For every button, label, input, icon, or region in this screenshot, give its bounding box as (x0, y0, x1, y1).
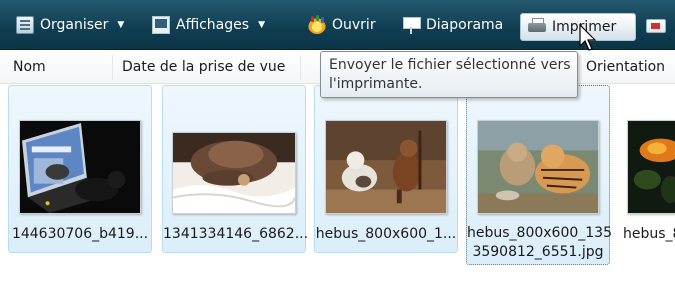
views-label: Affichages (176, 17, 250, 33)
file-name: 1341334146_6862... (163, 226, 309, 242)
column-name[interactable]: Nom (13, 59, 46, 75)
file-name: hebus_8 (623, 226, 675, 242)
organise-icon (16, 16, 34, 34)
file-item[interactable]: hebus_8 (620, 85, 675, 253)
printer-icon (528, 18, 546, 36)
column-date-taken[interactable]: Date de la prise de vue (122, 59, 285, 75)
file-item-selected[interactable]: hebus_800x600_135 3590812_6551.jpg (466, 85, 612, 265)
column-divider[interactable] (112, 55, 113, 80)
cat-and-tiger-cub-photo (477, 120, 599, 214)
column-divider[interactable] (300, 55, 301, 80)
print-tooltip: Envoyer le fichier sélectionné vers l'im… (320, 51, 578, 98)
file-name: 144630706_b419... (11, 226, 149, 242)
file-name: hebus_800x600_1... (315, 226, 457, 242)
slideshow-button[interactable]: Diaporama (402, 12, 503, 38)
file-item[interactable]: hebus_800x600_1... (314, 85, 458, 253)
organise-button[interactable]: Organiser ▼ (16, 12, 124, 38)
cat-under-hat-photo (172, 132, 296, 214)
cat-and-fox-photo (325, 120, 447, 214)
chevron-down-icon: ▼ (258, 20, 265, 30)
column-orientation[interactable]: Orientation (586, 59, 665, 75)
command-bar: Organiser ▼ Affichages ▼ Ouvrir Diaporam… (0, 0, 675, 50)
file-name-line: hebus_800x600_135 (467, 225, 612, 241)
print-button[interactable]: Imprimer (520, 13, 636, 41)
organise-label: Organiser (40, 17, 109, 33)
chevron-down-icon: ▼ (117, 20, 125, 30)
open-label: Ouvrir (332, 17, 376, 33)
tooltip-line: l'imprimante. (329, 76, 423, 92)
print-label: Imprimer (552, 19, 617, 35)
slideshow-icon (402, 16, 421, 34)
open-button[interactable]: Ouvrir (308, 12, 376, 38)
email-icon[interactable] (646, 19, 666, 33)
views-button[interactable]: Affichages ▼ (152, 12, 265, 38)
views-icon (152, 16, 170, 34)
tooltip-line: Envoyer le fichier sélectionné vers (329, 57, 571, 73)
goldfish-photo (627, 120, 675, 214)
open-with-photo-gallery-icon (308, 16, 326, 34)
file-item[interactable]: 1341334146_6862... (162, 85, 309, 253)
file-item[interactable]: 144630706_b419... (8, 85, 152, 253)
slideshow-label: Diaporama (426, 17, 504, 33)
file-name-line: 3590812_6551.jpg (472, 244, 604, 260)
file-name-wrapped: hebus_800x600_135 3590812_6551.jpg (467, 224, 612, 262)
cat-on-laptop-photo (19, 120, 141, 214)
